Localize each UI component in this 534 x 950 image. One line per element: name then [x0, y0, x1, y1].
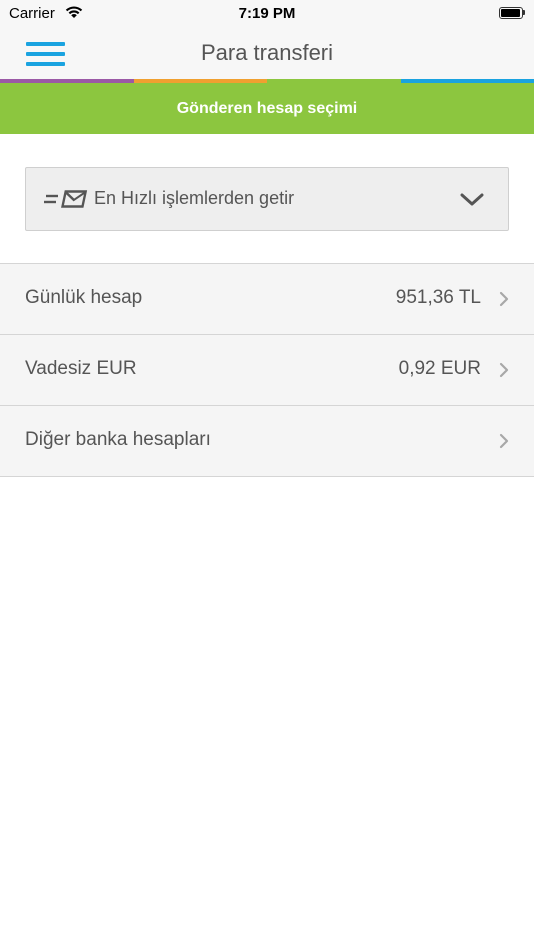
chevron-down-icon	[460, 193, 484, 212]
account-name: Diğer banka hesapları	[25, 429, 211, 450]
account-list: Günlük hesap 951,36 TL Vadesiz EUR 0,92 …	[0, 263, 534, 477]
page-title: Para transferi	[200, 40, 334, 65]
quick-transactions-label: En Hızlı işlemlerden getir	[94, 188, 295, 208]
status-time: 7:19 PM	[238, 5, 296, 22]
account-name: Günlük hesap	[25, 287, 143, 308]
account-row-vadesiz-eur[interactable]: Vadesiz EUR 0,92 EUR	[0, 335, 534, 406]
chevron-right-icon	[499, 433, 509, 454]
battery-icon	[499, 7, 525, 19]
section-header: Gönderen hesap seçimi	[0, 83, 534, 134]
status-bar: Carrier 7:19 PM	[0, 0, 534, 28]
account-balance: 951,36 TL	[395, 287, 481, 308]
chevron-right-icon	[499, 362, 509, 383]
account-row-gunluk-hesap[interactable]: Günlük hesap 951,36 TL	[0, 264, 534, 335]
account-balance: 0,92 EUR	[398, 358, 481, 379]
account-row-other-bank-accounts[interactable]: Diğer banka hesapları	[0, 406, 534, 477]
account-name: Vadesiz EUR	[25, 358, 137, 379]
navigation-bar: Para transferi	[0, 28, 534, 79]
chevron-right-icon	[499, 291, 509, 312]
section-header-title: Gönderen hesap seçimi	[176, 99, 358, 117]
quick-transactions-dropdown[interactable]: En Hızlı işlemlerden getir	[25, 167, 509, 231]
fast-mail-icon	[44, 190, 88, 213]
